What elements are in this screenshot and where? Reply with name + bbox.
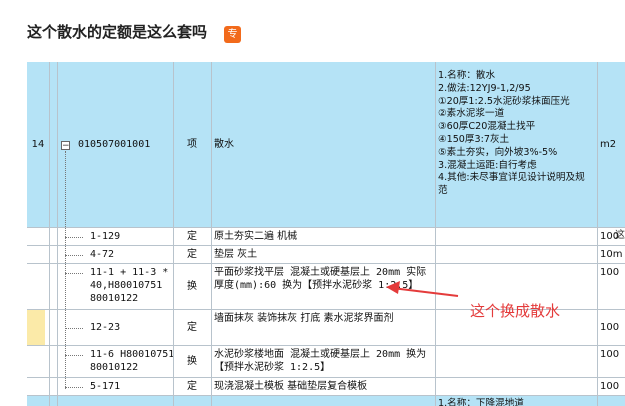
- clipped-text: 这: [615, 230, 625, 241]
- quota-type: 定: [187, 249, 197, 260]
- tree-branch: [65, 328, 83, 329]
- row-index: 14: [31, 139, 45, 150]
- column-divider: [211, 62, 212, 406]
- collapse-icon[interactable]: −: [61, 141, 70, 151]
- quota-table: 14 − 010507001001 项 散水 1.名称：散水 2.做法:12YJ…: [27, 62, 625, 406]
- quota-type: 定: [187, 231, 197, 242]
- tree-branch: [65, 387, 83, 388]
- item-name: 散水: [214, 139, 234, 150]
- annotation-text: 这个换成散水: [470, 302, 561, 320]
- row-marker: [27, 310, 45, 345]
- column-divider: [57, 62, 58, 406]
- post-title: 这个散水的定额是这么套吗: [27, 23, 208, 41]
- quota-unit: 100: [600, 381, 620, 392]
- table-row-next-item[interactable]: 1.名称：下降混地道: [27, 396, 625, 406]
- tree-branch: [65, 237, 83, 238]
- item-unit: m2: [600, 139, 617, 150]
- table-row[interactable]: 4-72 定 垫层 灰土 10m: [27, 246, 625, 264]
- tree-branch: [65, 273, 83, 274]
- quota-name: 墙面抹灰 装饰抹灰 打底 素水泥浆界面剂: [214, 313, 394, 324]
- item-type: 项: [187, 139, 197, 150]
- quota-unit: 100: [600, 349, 620, 360]
- quota-unit: 10m: [600, 249, 623, 260]
- column-divider: [173, 62, 174, 406]
- quota-type: 定: [187, 322, 197, 333]
- column-divider: [597, 62, 598, 406]
- column-divider: [435, 62, 436, 406]
- tree-line: [65, 151, 66, 389]
- quota-type: 换: [187, 281, 197, 292]
- table-row[interactable]: 1-129 定 原土夯实二遍 机械 100: [27, 228, 625, 246]
- quota-name: 平面砂浆找平层 混凝土或硬基层上 20mm 实际厚度(mm):60 换为【预拌水…: [214, 267, 427, 291]
- tree-branch: [65, 355, 83, 356]
- quota-name: 垫层 灰土: [214, 249, 258, 260]
- quota-unit: 100: [600, 322, 620, 333]
- quota-name: 水泥砂浆楼地面 混凝土或硬基层上 20mm 换为【预拌水泥砂浆 1:2.5】: [214, 349, 427, 373]
- quota-name: 原土夯实二遍 机械: [214, 231, 298, 242]
- expert-badge: 专: [224, 26, 241, 43]
- column-divider: [49, 62, 50, 406]
- tree-branch: [65, 255, 83, 256]
- item-description: 1.名称：下降混地道: [438, 398, 524, 406]
- quota-type: 定: [187, 381, 197, 392]
- table-row[interactable]: 5-171 定 现浇混凝土模板 基础垫层复合模板 100: [27, 378, 625, 396]
- table-row-main-item[interactable]: 14 − 010507001001 项 散水 1.名称：散水 2.做法:12YJ…: [27, 62, 625, 228]
- quota-name: 现浇混凝土模板 基础垫层复合模板: [214, 381, 368, 392]
- quota-unit: 100: [600, 267, 620, 278]
- quota-type: 换: [187, 356, 197, 367]
- table-row[interactable]: 11-6 H80010751 80010122 换 水泥砂浆楼地面 混凝土或硬基…: [27, 346, 625, 378]
- item-description: 1.名称：散水 2.做法:12YJ9-1,2/95 ①20厚1:2.5水泥砂浆抹…: [438, 70, 585, 197]
